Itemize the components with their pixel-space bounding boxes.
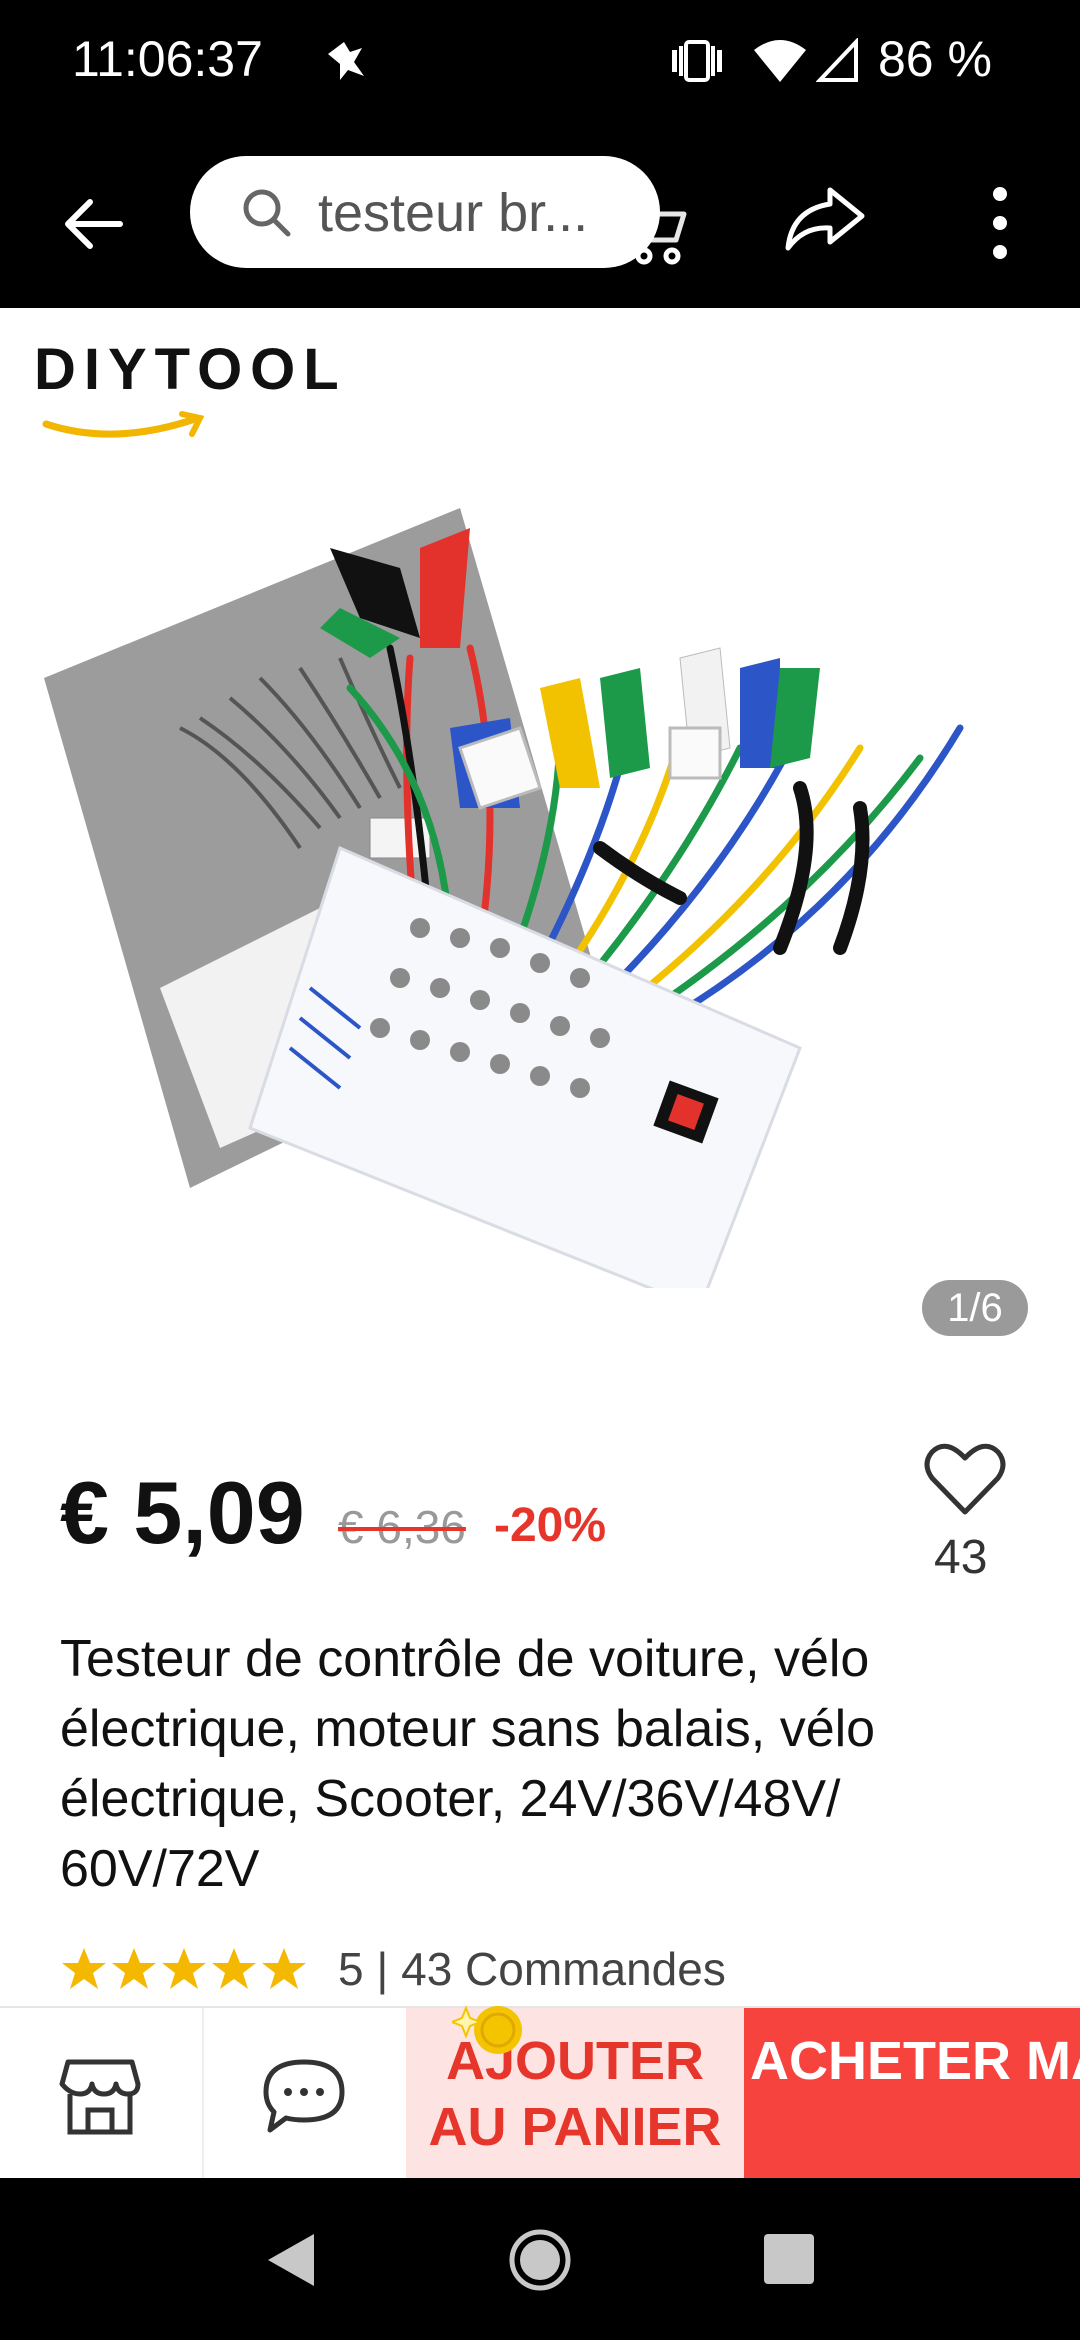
back-arrow-icon[interactable] xyxy=(58,188,130,260)
notification-icon xyxy=(328,42,364,80)
rating-stars-icon xyxy=(62,1948,306,1989)
status-time: 11:06:37 xyxy=(72,31,263,87)
search-input[interactable]: testeur br... xyxy=(190,156,660,268)
original-price: € 6,36 xyxy=(338,1501,466,1553)
vibrate-icon xyxy=(672,40,722,82)
brand-logo: DIYTOOL xyxy=(34,336,347,438)
action-bar: AJOUTER AU PANIER ACHETER MAINTENANT xyxy=(0,2005,1080,2180)
discount-badge: -20% xyxy=(494,1499,607,1552)
system-nav-bar xyxy=(0,2178,1080,2340)
orders-count: 43 Commandes xyxy=(401,1943,726,1995)
buy-now-button[interactable]: ACHETER MAINTENANT xyxy=(744,2008,1080,2180)
coin-sparkle-icon xyxy=(452,2005,522,2054)
product-title: Testeur de contrôle de voiture, vélo éle… xyxy=(60,1630,876,1898)
search-icon xyxy=(243,189,291,237)
favorites-count: 43 xyxy=(934,1531,988,1584)
product-image-gallery[interactable]: DIYTOOL 1/6 xyxy=(0,308,1080,1362)
brand-name: DIYTOOL xyxy=(34,337,347,402)
more-vert-icon[interactable] xyxy=(976,180,1024,266)
chat-button[interactable] xyxy=(202,2008,404,2180)
share-icon[interactable] xyxy=(782,184,868,256)
wifi-icon xyxy=(754,40,806,82)
status-bar: 11:06:37 86 % xyxy=(0,0,1080,120)
store-button[interactable] xyxy=(0,2008,204,2180)
current-price: € 5,09 xyxy=(60,1463,305,1562)
cart-icon[interactable] xyxy=(612,192,692,272)
search-query: testeur br... xyxy=(318,183,589,243)
top-bar: testeur br... xyxy=(0,120,1080,308)
nav-back-icon[interactable] xyxy=(262,2230,318,2290)
nav-home-icon[interactable] xyxy=(508,2228,572,2292)
image-counter: 1/6 xyxy=(922,1280,1028,1336)
rating-and-orders: 5 | 43 Commandes xyxy=(338,1943,726,1995)
signal-icon xyxy=(816,38,858,82)
price-section: € 5,09 € 6,36 -20% 43 xyxy=(0,1362,1080,1612)
store-icon xyxy=(59,2059,141,2135)
chat-icon xyxy=(263,2059,345,2133)
nav-recents-icon[interactable] xyxy=(762,2232,816,2286)
rating-value: 5 xyxy=(338,1943,364,1995)
heart-icon[interactable] xyxy=(920,1434,1010,1524)
product-photo xyxy=(44,508,964,1288)
battery-level: 86 % xyxy=(878,31,992,87)
